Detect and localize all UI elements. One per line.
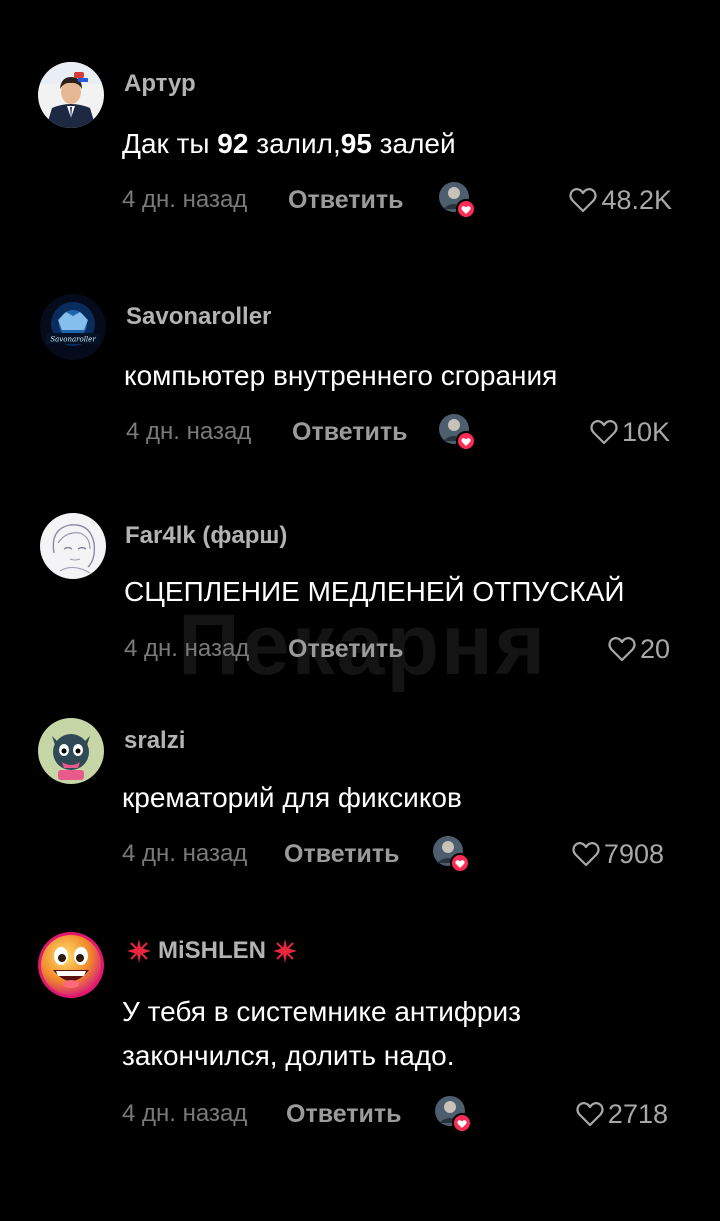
username-text: Far4lk (фарш) xyxy=(125,522,288,549)
comment-text: Дак ты 92 залил,95 залей xyxy=(122,122,692,166)
sparkle-icon xyxy=(126,938,152,964)
avatar[interactable] xyxy=(40,513,106,579)
like-button[interactable]: 2718 xyxy=(576,1097,668,1131)
like-count: 7908 xyxy=(603,839,664,869)
creator-liked-icon xyxy=(438,413,476,451)
comment-text: СЦЕПЛЕНИЕ МЕДЛЕНЕЙ ОТПУСКАЙ xyxy=(124,576,625,607)
heart-outline-icon xyxy=(572,841,600,867)
like-count: 48.2K xyxy=(601,185,672,215)
reply-button[interactable]: Ответить xyxy=(286,1097,402,1131)
user-avatar-image: Savonaroller xyxy=(40,294,106,360)
like-button[interactable]: 20 xyxy=(608,632,670,666)
like-button[interactable]: 7908 xyxy=(572,837,664,871)
user-avatar-image xyxy=(38,62,104,128)
reply-button[interactable]: Ответить xyxy=(288,632,404,666)
avatar-logo-text: Savonaroller xyxy=(50,336,96,344)
comment-text: У тебя в системнике антифриз закончился,… xyxy=(122,990,692,1078)
comment-text-bold: 95 xyxy=(340,128,372,159)
comment-time: 4 дн. назад xyxy=(122,840,248,867)
comment-time: 4 дн. назад xyxy=(124,635,250,662)
user-avatar-image xyxy=(38,718,104,784)
heart-outline-icon xyxy=(569,187,598,213)
comment-meta: 4 дн. назад Ответить 7908 xyxy=(122,835,674,873)
heart-outline-icon xyxy=(608,636,636,662)
like-count: 10K xyxy=(621,417,670,447)
like-count: 2718 xyxy=(607,1099,668,1129)
comment-text-bold: 92 xyxy=(217,128,249,159)
creator-liked-icon xyxy=(438,181,476,219)
username[interactable]: Savonaroller xyxy=(126,303,271,331)
creator-liked-icon xyxy=(434,1095,472,1133)
comment-meta: 4 дн. назад Ответить 2718 xyxy=(122,1095,678,1133)
comment-meta: 4 дн. назад Ответить 10K xyxy=(126,413,680,451)
username[interactable]: MiSHLEN xyxy=(126,937,298,965)
comment-time: 4 дн. назад xyxy=(126,418,252,445)
comment-meta: 4 дн. назад Ответить 48.2K xyxy=(122,181,682,219)
user-avatar-image xyxy=(40,513,106,579)
comment-text-part: залил, xyxy=(248,128,341,159)
comment-text: крематорий для фиксиков xyxy=(122,782,462,813)
comment-text-line: закончился, долить надо. xyxy=(122,1040,455,1071)
avatar[interactable] xyxy=(38,718,104,784)
username-text: Артур xyxy=(124,70,196,97)
comment-text-part: Дак ты xyxy=(122,128,218,159)
heart-outline-icon xyxy=(576,1101,604,1127)
comment-text: компьютер внутреннего сгорания xyxy=(124,360,558,391)
like-count: 20 xyxy=(639,634,670,664)
comment-time: 4 дн. назад xyxy=(122,1100,248,1127)
like-button[interactable]: 10K xyxy=(590,415,670,449)
comment-text-line: У тебя в системнике антифриз xyxy=(122,996,521,1027)
username[interactable]: Far4lk (фарш) xyxy=(125,522,287,550)
username-text: Savonaroller xyxy=(126,303,272,330)
creator-liked-icon xyxy=(432,835,470,873)
reply-button[interactable]: Ответить xyxy=(288,183,404,217)
sparkle-icon xyxy=(272,938,298,964)
heart-outline-icon xyxy=(590,419,618,445)
username[interactable]: sralzi xyxy=(124,727,185,755)
username-text: MiSHLEN xyxy=(158,937,266,964)
avatar[interactable]: Savonaroller xyxy=(40,294,106,360)
like-button[interactable]: 48.2K xyxy=(569,183,672,217)
user-avatar-image xyxy=(38,932,104,998)
avatar[interactable] xyxy=(38,932,104,998)
comment-text-part: залей xyxy=(371,128,456,159)
reply-button[interactable]: Ответить xyxy=(284,837,400,871)
reply-button[interactable]: Ответить xyxy=(292,415,408,449)
username[interactable]: Артур xyxy=(124,70,196,98)
comment-time: 4 дн. назад xyxy=(122,186,248,213)
comment-meta: 4 дн. назад Ответить 20 xyxy=(124,632,680,666)
avatar[interactable] xyxy=(38,62,104,128)
username-text: sralzi xyxy=(124,727,186,754)
